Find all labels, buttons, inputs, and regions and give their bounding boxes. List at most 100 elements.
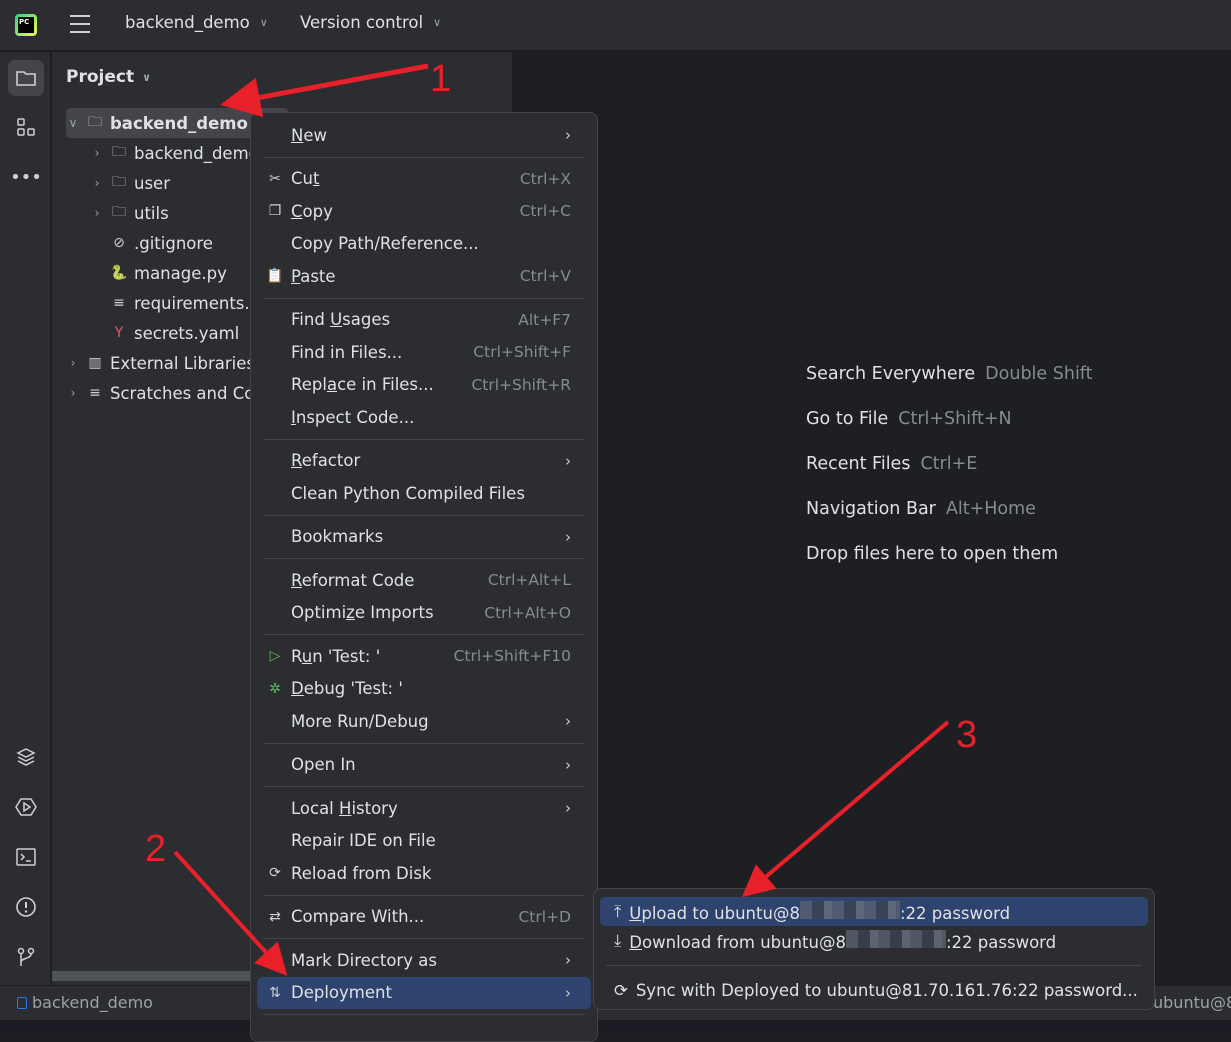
menu-item-run-test[interactable]: ▷ Run 'Test: ' Ctrl+Shift+F10: [263, 640, 585, 673]
hint-recent-files: Recent Files Ctrl+E: [806, 454, 978, 474]
more-icon[interactable]: •••: [8, 159, 44, 195]
hint-navigation-bar: Navigation Bar Alt+Home: [806, 499, 1036, 519]
menu-item-reload-from-disk[interactable]: ⟳ Reload from Disk: [263, 857, 585, 890]
vcs-label: Version control: [300, 13, 424, 32]
menu-separator: [263, 938, 585, 939]
problems-icon[interactable]: [8, 889, 44, 925]
chevron-right-icon[interactable]: ›: [90, 206, 104, 220]
project-folder-icon[interactable]: [8, 60, 44, 96]
project-panel-header[interactable]: Project ∨: [66, 67, 151, 87]
menu-item-optimize-imports[interactable]: Optimize Imports Ctrl+Alt+O: [263, 597, 585, 630]
chevron-right-icon: ›: [565, 451, 571, 470]
menu-separator: [263, 894, 585, 896]
services-icon[interactable]: [8, 789, 44, 825]
menu-item-label: Local History: [291, 798, 398, 818]
horizontal-scrollbar[interactable]: [52, 971, 250, 981]
menu-item-debug-test[interactable]: ✲ Debug 'Test: ': [263, 673, 585, 706]
layers-icon[interactable]: [8, 739, 44, 775]
vcs-selector[interactable]: Version control ∨: [300, 13, 441, 32]
menu-item-repair-ide-on-file[interactable]: Repair IDE on File: [263, 825, 585, 858]
deployment-icon: ⇅: [269, 984, 281, 1001]
chevron-right-icon: ›: [565, 983, 571, 1002]
tree-item[interactable]: › 🗀 backend_demo: [90, 138, 259, 168]
menu-separator: [263, 558, 585, 559]
menu-item-local-history[interactable]: Local History ›: [263, 792, 585, 825]
tree-item[interactable]: › 🗀 user: [90, 168, 170, 198]
title-bar: PC backend_demo ∨ Version control ∨: [0, 0, 1231, 51]
structure-icon[interactable]: [8, 109, 44, 145]
shortcut-label: Ctrl+Shift+F10: [453, 647, 571, 666]
yaml-file-icon: Y: [114, 325, 124, 341]
menu-item-cut[interactable]: ✂ Cut Ctrl+X: [263, 163, 585, 196]
chevron-down-icon[interactable]: ∨: [66, 116, 80, 130]
python-file-icon: 🐍: [110, 265, 128, 281]
folder-icon: 🗀: [88, 114, 102, 130]
menu-item-refactor[interactable]: Refactor ›: [263, 445, 585, 478]
menu-item-more-run-debug[interactable]: More Run/Debug ›: [263, 705, 585, 738]
tree-item[interactable]: Ysecrets.yaml: [90, 318, 240, 348]
project-selector[interactable]: backend_demo ∨: [125, 13, 268, 32]
package-folder-icon: 🗀: [112, 204, 126, 220]
menu-item-label: Optimize Imports: [291, 603, 434, 623]
menu-item-open-in[interactable]: Open In ›: [263, 749, 585, 782]
upload-to-server-item[interactable]: ⤒ Upload to ubuntu@8:22 password: [600, 897, 1148, 926]
package-folder-icon: 🗀: [112, 174, 126, 190]
menu-item-replace-in-files[interactable]: Replace in Files... Ctrl+Shift+R: [263, 369, 585, 402]
tree-item[interactable]: › 🗀 utils: [90, 198, 169, 228]
chevron-right-icon[interactable]: ›: [90, 146, 104, 160]
menu-item-label: More Run/Debug: [291, 711, 429, 731]
menu-item-find-usages[interactable]: Find Usages Alt+F7: [263, 304, 585, 337]
menu-item-label: Open In: [291, 755, 356, 775]
breadcrumb[interactable]: backend_demo: [17, 993, 153, 1012]
upload-icon: ⤒: [614, 901, 622, 921]
shortcut-label: Ctrl+X: [519, 169, 571, 188]
tool-window-bar: •••: [0, 52, 51, 985]
sync-with-deployed-item[interactable]: ⟳ Sync with Deployed to ubuntu@81.70.161.…: [600, 976, 1148, 1005]
tree-item[interactable]: ⊘ .gitignore: [90, 228, 213, 258]
deployment-server-status[interactable]: ubuntu@8: [1153, 993, 1231, 1012]
menu-item-reformat-code[interactable]: Reformat Code Ctrl+Alt+L: [263, 564, 585, 597]
chevron-right-icon[interactable]: ›: [90, 176, 104, 190]
menu-item-inspect-code[interactable]: Inspect Code...: [263, 401, 585, 434]
menu-item-new[interactable]: New ›: [263, 119, 585, 152]
pycharm-logo[interactable]: PC: [15, 14, 37, 36]
chevron-down-icon: ∨: [433, 16, 442, 29]
tree-item-label: External Libraries: [110, 353, 255, 373]
chevron-down-icon: ∨: [142, 70, 152, 84]
terminal-icon[interactable]: [8, 839, 44, 875]
annotation-2: 2: [145, 828, 167, 870]
menu-item-label: Replace in Files...: [291, 375, 434, 395]
shortcut-label: Ctrl+D: [518, 907, 571, 926]
menu-item-mark-directory-as[interactable]: Mark Directory as ›: [263, 944, 585, 977]
menu-item-paste[interactable]: 📋 Paste Ctrl+V: [263, 260, 585, 293]
download-from-server-item[interactable]: ⤓ Download from ubuntu@8:22 password: [600, 926, 1148, 955]
redacted-ip: [799, 900, 900, 919]
menu-item-label: Bookmarks: [291, 527, 384, 547]
main-menu-icon[interactable]: [70, 15, 90, 33]
shortcut-label: Ctrl+C: [519, 202, 571, 221]
package-folder-icon: 🗀: [112, 144, 126, 160]
menu-item-copy[interactable]: ❐ Copy Ctrl+C: [263, 195, 585, 228]
menu-item-label: Find in Files...: [291, 342, 403, 362]
tree-item-label: .gitignore: [134, 233, 213, 253]
menu-item-label: Clean Python Compiled Files: [291, 483, 525, 503]
menu-item-copy-path-reference[interactable]: Copy Path/Reference...: [263, 228, 585, 261]
menu-item-compare-with[interactable]: ⇄ Compare With... Ctrl+D: [263, 901, 585, 934]
menu-item-bookmarks[interactable]: Bookmarks ›: [263, 521, 585, 554]
menu-item-deployment[interactable]: ⇅ Deployment ›: [257, 976, 591, 1009]
git-branch-icon[interactable]: [8, 939, 44, 975]
menu-item-label: Paste: [291, 266, 336, 286]
tree-item[interactable]: › ▥ External Libraries: [66, 348, 255, 378]
project-name: backend_demo: [125, 13, 250, 32]
hint-go-to-file: Go to File Ctrl+Shift+N: [806, 409, 1012, 429]
menu-item-label: Reformat Code: [291, 570, 415, 590]
tree-item[interactable]: 🐍 manage.py: [90, 258, 227, 288]
menu-item-label: Deployment: [291, 983, 392, 1003]
chevron-right-icon[interactable]: ›: [66, 356, 80, 370]
menu-item-find-in-files[interactable]: Find in Files... Ctrl+Shift+F: [263, 336, 585, 369]
module-icon: [17, 996, 27, 1009]
chevron-right-icon[interactable]: ›: [66, 386, 80, 400]
tree-item[interactable]: ≡ requirements.txt: [90, 288, 272, 318]
chevron-right-icon: ›: [565, 951, 571, 970]
menu-item-clean-python-compiled-files[interactable]: Clean Python Compiled Files: [263, 477, 585, 510]
